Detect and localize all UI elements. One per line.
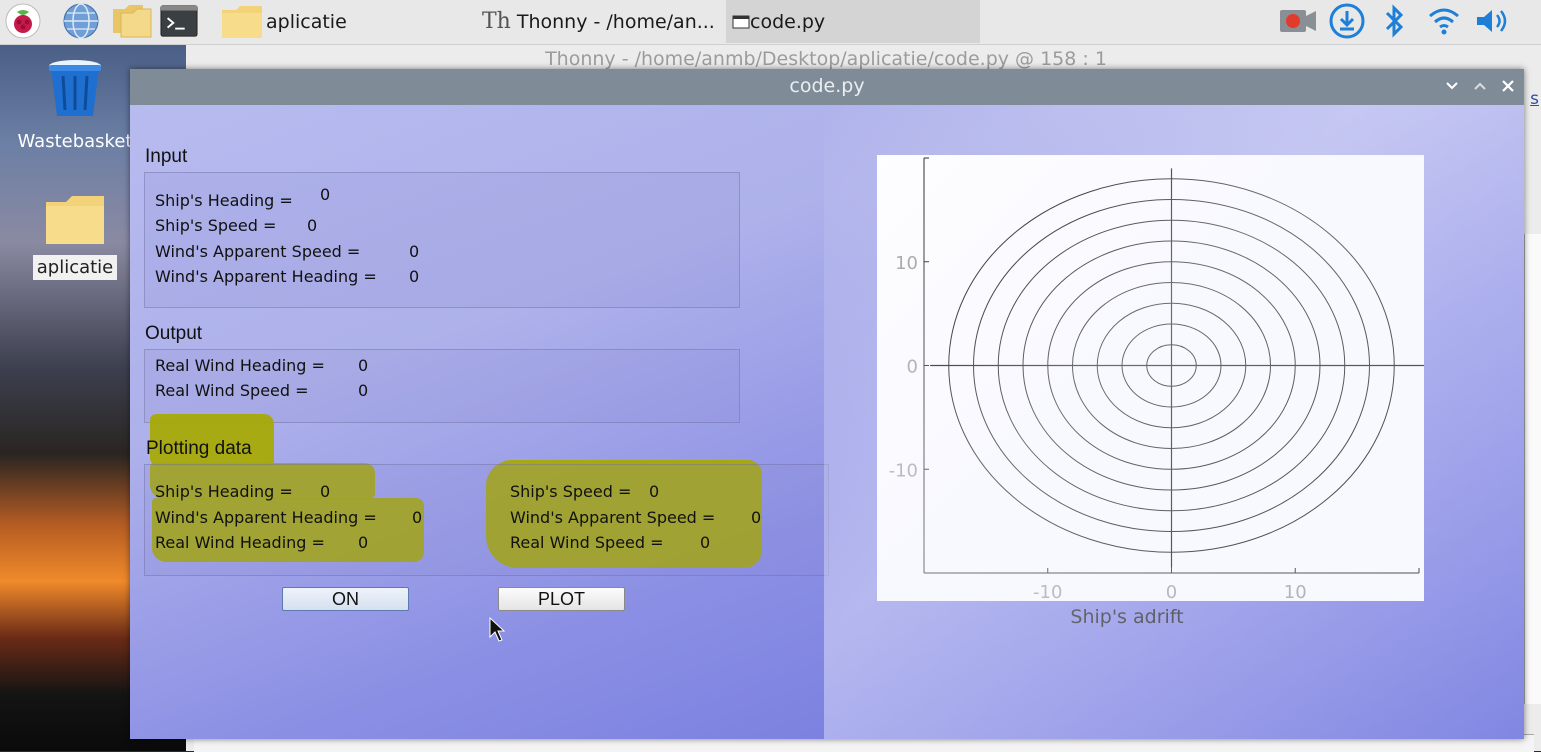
- plot-wind-apparent-heading-label: Wind's Apparent Heading =: [155, 508, 377, 527]
- output-section-title: Output: [145, 323, 203, 344]
- input-section-title: Input: [145, 146, 188, 167]
- close-button[interactable]: [1498, 74, 1518, 98]
- task-label: aplicatie: [266, 10, 347, 33]
- task-label: Thonny - /home/an...: [516, 10, 715, 33]
- plot-ships-speed-label: Ship's Speed =: [510, 482, 632, 501]
- window-title: code.py: [789, 75, 865, 97]
- window-content: Input Ship's Heading = 0 Ship's Speed = …: [130, 105, 1524, 739]
- x-tick-label: -10: [1033, 582, 1062, 601]
- plot-real-wind-heading-label: Real Wind Heading =: [155, 533, 325, 552]
- plot-real-wind-speed-label: Real Wind Speed =: [510, 533, 664, 552]
- terminal-button[interactable]: [160, 0, 198, 42]
- window-titlebar[interactable]: code.py: [130, 69, 1524, 105]
- plot-button[interactable]: PLOT: [498, 587, 625, 611]
- output-real-wind-heading-value: 0: [358, 356, 369, 375]
- plot-real-wind-speed-value: 0: [700, 533, 711, 552]
- chevron-up-icon: [1474, 82, 1486, 90]
- y-tick-label: 0: [907, 357, 918, 378]
- folder-icon: [222, 5, 262, 38]
- input-ships-heading-value: 0: [320, 185, 331, 204]
- web-browser-button[interactable]: [62, 0, 100, 42]
- file-manager-button[interactable]: [110, 0, 154, 42]
- folder-icon: [46, 196, 104, 244]
- window-icon: [732, 15, 750, 28]
- x-tick-label: 0: [1166, 582, 1177, 601]
- desktop-icon-label: Wastebasket: [17, 131, 133, 152]
- input-wind-apparent-speed-label: Wind's Apparent Speed =: [155, 242, 361, 261]
- plotting-section-title: Plotting data: [146, 438, 252, 459]
- bluetooth-icon[interactable]: [1382, 3, 1406, 39]
- plot-wind-apparent-speed-label: Wind's Apparent Speed =: [510, 508, 716, 527]
- raspberry-menu-button[interactable]: [4, 0, 42, 42]
- file-manager-icon: [113, 5, 152, 38]
- thonny-window-title: Thonny - /home/anmb/Desktop/aplicatie/co…: [545, 48, 1107, 70]
- output-real-wind-speed-value: 0: [358, 381, 369, 400]
- output-real-wind-heading-label: Real Wind Heading =: [155, 356, 325, 375]
- mouse-cursor-icon: [489, 617, 505, 642]
- plot-canvas: -10 0 10 10 0 -10: [877, 155, 1426, 603]
- y-tick-label: -10: [889, 460, 918, 481]
- maximize-button[interactable]: [1470, 74, 1490, 98]
- input-ships-speed-value: 0: [307, 216, 318, 235]
- wastebasket-icon: [49, 60, 101, 116]
- x-tick-label: 10: [1284, 582, 1307, 601]
- desktop-icon-wastebasket[interactable]: Wastebasket: [10, 56, 140, 154]
- task-thonny[interactable]: Th Thonny - /home/an...: [472, 0, 726, 43]
- adrift-chart: -10 0 10 10 0 -10: [889, 157, 1426, 603]
- task-code-py[interactable]: code.py: [726, 0, 980, 43]
- input-ships-heading-label: Ship's Heading =: [155, 191, 293, 210]
- taskbar: aplicatie Th Thonny - /home/an... code.p…: [0, 0, 1541, 45]
- wifi-icon[interactable]: [1428, 6, 1460, 36]
- desktop-icon-label: aplicatie: [32, 255, 118, 280]
- web-browser-icon: [63, 3, 99, 39]
- window-controls: [1442, 74, 1518, 98]
- plot-wind-apparent-heading-value: 0: [412, 508, 423, 527]
- plot-real-wind-heading-value: 0: [358, 533, 369, 552]
- raspberry-menu-icon: [5, 3, 41, 39]
- task-label: code.py: [750, 10, 826, 33]
- record-icon[interactable]: [1278, 6, 1318, 36]
- y-tick-label: 10: [895, 253, 918, 274]
- system-tray: [1278, 0, 1512, 42]
- thonny-side-panel: [1524, 234, 1541, 704]
- on-button[interactable]: ON: [282, 587, 409, 611]
- close-icon: [1502, 80, 1514, 92]
- terminal-icon: [160, 5, 198, 37]
- desktop-icon-aplicatie[interactable]: aplicatie: [10, 194, 140, 280]
- input-ships-speed-label: Ship's Speed =: [155, 216, 277, 235]
- volume-icon[interactable]: [1474, 6, 1512, 36]
- download-icon[interactable]: [1328, 2, 1366, 40]
- input-wind-apparent-speed-value: 0: [409, 242, 420, 261]
- input-wind-apparent-heading-value: 0: [409, 267, 420, 286]
- chevron-down-icon: [1446, 82, 1458, 90]
- plot-ships-heading-label: Ship's Heading =: [155, 482, 293, 501]
- plot-ships-heading-value: 0: [320, 482, 331, 501]
- input-wind-apparent-heading-label: Wind's Apparent Heading =: [155, 267, 377, 286]
- thonny-icon: Th: [482, 9, 511, 34]
- thonny-link[interactable]: s: [1530, 89, 1539, 109]
- plot-wind-apparent-speed-value: 0: [751, 508, 762, 527]
- output-real-wind-speed-label: Real Wind Speed =: [155, 381, 309, 400]
- code-py-window: code.py Input Ship's Heading = 0 Ship's …: [130, 69, 1524, 739]
- minimize-button[interactable]: [1442, 74, 1462, 98]
- plot-ships-speed-value: 0: [649, 482, 660, 501]
- task-aplicatie[interactable]: aplicatie: [216, 0, 466, 43]
- chart-title: Ship's adrift: [1070, 606, 1184, 628]
